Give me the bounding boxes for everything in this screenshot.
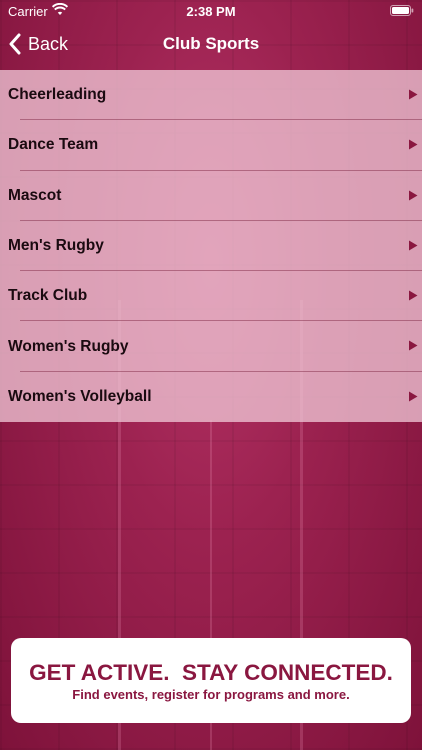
club-sports-list: Cheerleading Dance Team Mascot Men's Rug…	[0, 70, 422, 422]
battery-icon	[390, 5, 414, 16]
list-item-mascot[interactable]: Mascot	[0, 171, 422, 221]
banner-headline: GET ACTIVE. STAY CONNECTED.	[29, 659, 393, 685]
list-item-womens-volleyball[interactable]: Women's Volleyball	[0, 372, 422, 422]
status-bar: Carrier 2:38 PM	[0, 0, 422, 22]
list-item-mens-rugby[interactable]: Men's Rugby	[0, 221, 422, 272]
disclosure-triangle-icon	[409, 391, 418, 402]
list-item-track-club[interactable]: Track Club	[0, 271, 422, 322]
banner-subline: Find events, register for programs and m…	[72, 686, 350, 702]
list-item-dance-team[interactable]: Dance Team	[0, 120, 422, 171]
list-item-label: Women's Volleyball	[8, 387, 152, 405]
page-title: Club Sports	[162, 34, 260, 53]
disclosure-triangle-icon	[409, 290, 418, 301]
list-item-label: Dance Team	[8, 136, 99, 154]
list-item-label: Cheerleading	[8, 86, 107, 104]
list-item-label: Track Club	[8, 287, 88, 305]
list-item-label: Mascot	[8, 186, 62, 204]
list-item-womens-rugby[interactable]: Women's Rugby	[0, 321, 422, 372]
disclosure-triangle-icon	[409, 240, 418, 251]
navigation-bar: Back Club Sports	[0, 22, 422, 66]
disclosure-triangle-icon	[409, 139, 418, 150]
list-item-cheerleading[interactable]: Cheerleading	[0, 70, 422, 121]
list-item-label: Men's Rugby	[8, 237, 104, 255]
promo-banner[interactable]: GET ACTIVE. STAY CONNECTED. Find events,…	[11, 638, 411, 723]
disclosure-triangle-icon	[409, 89, 418, 100]
disclosure-triangle-icon	[409, 340, 418, 351]
status-time: 2:38 PM	[186, 4, 236, 19]
list-item-label: Women's Rugby	[8, 337, 129, 355]
disclosure-triangle-icon	[409, 190, 418, 201]
